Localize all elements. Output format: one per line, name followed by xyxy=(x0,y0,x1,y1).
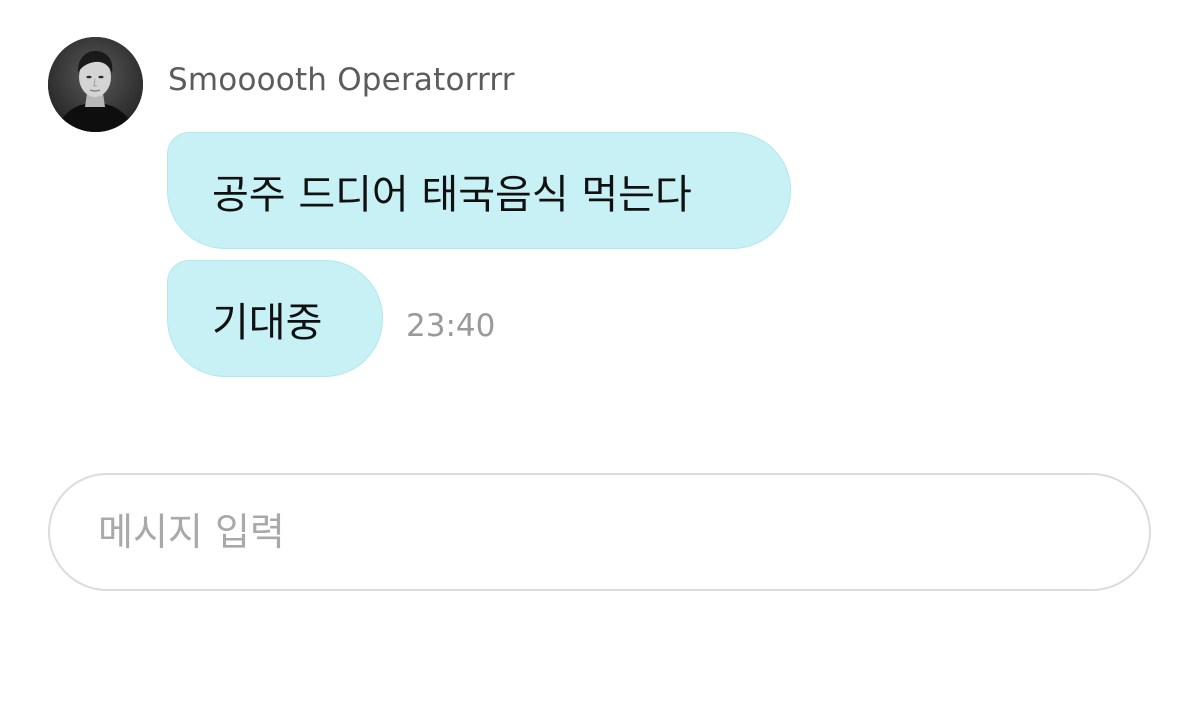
message-timestamp: 23:40 xyxy=(406,308,496,344)
message-bubble[interactable]: 공주 드디어 태국음식 먹는다 xyxy=(167,132,791,249)
message-composer[interactable] xyxy=(48,473,1151,591)
avatar[interactable] xyxy=(48,37,143,132)
message-text: 기대중 xyxy=(212,299,323,346)
message-bubble[interactable]: 기대중 xyxy=(167,260,383,377)
chat-screen: Smooooth Operatorrrr 공주 드디어 태국음식 먹는다 기대중… xyxy=(0,0,1199,717)
message-text: 공주 드디어 태국음식 먹는다 xyxy=(212,171,692,218)
profile-photo-icon xyxy=(48,37,143,132)
sender-name: Smooooth Operatorrrr xyxy=(168,62,515,98)
message-input[interactable] xyxy=(96,509,1149,555)
